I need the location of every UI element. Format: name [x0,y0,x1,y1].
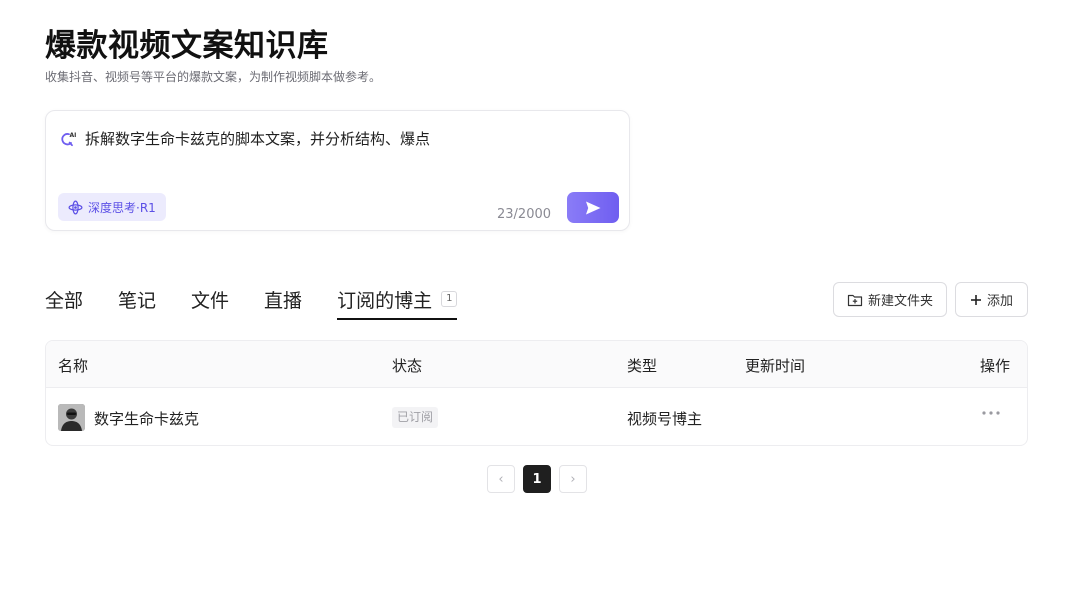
add-label: 添加 [986,294,1013,309]
count-badge: 1 [441,291,458,307]
blogger-type: 视频号博主 [627,410,703,428]
tab-subscribed-bloggers[interactable]: 订阅的博主 1 [337,286,458,320]
prev-page-button[interactable]: ‹ [487,465,515,493]
pagination: ‹ 1 › [487,465,587,493]
new-folder-button[interactable]: 新建文件夹 [833,282,947,317]
ask-box[interactable]: AI 拆解数字生命卡兹克的脚本文案，并分析结构、爆点 深度思考·R1 23/20… [45,110,630,231]
atom-icon [68,199,83,215]
column-name: 名称 [58,357,89,375]
new-folder-label: 新建文件夹 [867,294,933,309]
query-input[interactable]: 拆解数字生命卡兹克的脚本文案，并分析结构、爆点 [85,128,430,149]
tab-label: 笔记 [118,290,157,312]
add-button[interactable]: 添加 [955,282,1028,317]
page-subtitle: 收集抖音、视频号等平台的爆款文案，为制作视频脚本做参考。 [45,70,382,84]
tab-label: 直播 [264,290,303,312]
column-updated: 更新时间 [745,357,806,375]
svg-text:AI: AI [70,132,77,139]
tab-label: 全部 [45,290,84,312]
tab-label: 订阅的博主 [337,290,433,312]
avatar [58,404,85,431]
bloggers-table: 名称 状态 类型 更新时间 操作 数字生命卡兹克 已订阅 视频号博主 [45,340,1028,446]
send-button[interactable] [567,192,619,223]
column-type: 类型 [627,357,658,375]
status-badge: 已订阅 [392,407,439,428]
page-title: 爆款视频文案知识库 [45,28,329,64]
more-options-icon[interactable] [980,405,1002,421]
content-tabs: 全部 笔记 文件 直播 订阅的博主 1 [45,286,492,322]
tab-files[interactable]: 文件 [191,286,229,320]
column-status: 状态 [392,357,423,375]
folder-plus-icon [847,294,863,306]
tab-label: 文件 [191,290,230,312]
char-count: 23/2000 [497,207,552,222]
plus-icon [970,294,981,305]
blogger-name[interactable]: 数字生命卡兹克 [94,408,199,429]
column-actions: 操作 [980,357,1011,375]
tab-notes[interactable]: 笔记 [118,286,156,320]
ai-search-icon: AI [61,132,77,147]
deep-think-toggle[interactable]: 深度思考·R1 [58,193,166,221]
tab-all[interactable]: 全部 [45,286,83,320]
page-1-button[interactable]: 1 [523,465,551,493]
table-header: 名称 状态 类型 更新时间 操作 [46,341,1027,388]
send-icon [586,201,601,214]
next-page-button[interactable]: › [559,465,587,493]
tab-live[interactable]: 直播 [264,286,302,320]
deep-think-label: 深度思考·R1 [88,200,156,215]
table-row[interactable]: 数字生命卡兹克 已订阅 视频号博主 [46,389,1027,445]
